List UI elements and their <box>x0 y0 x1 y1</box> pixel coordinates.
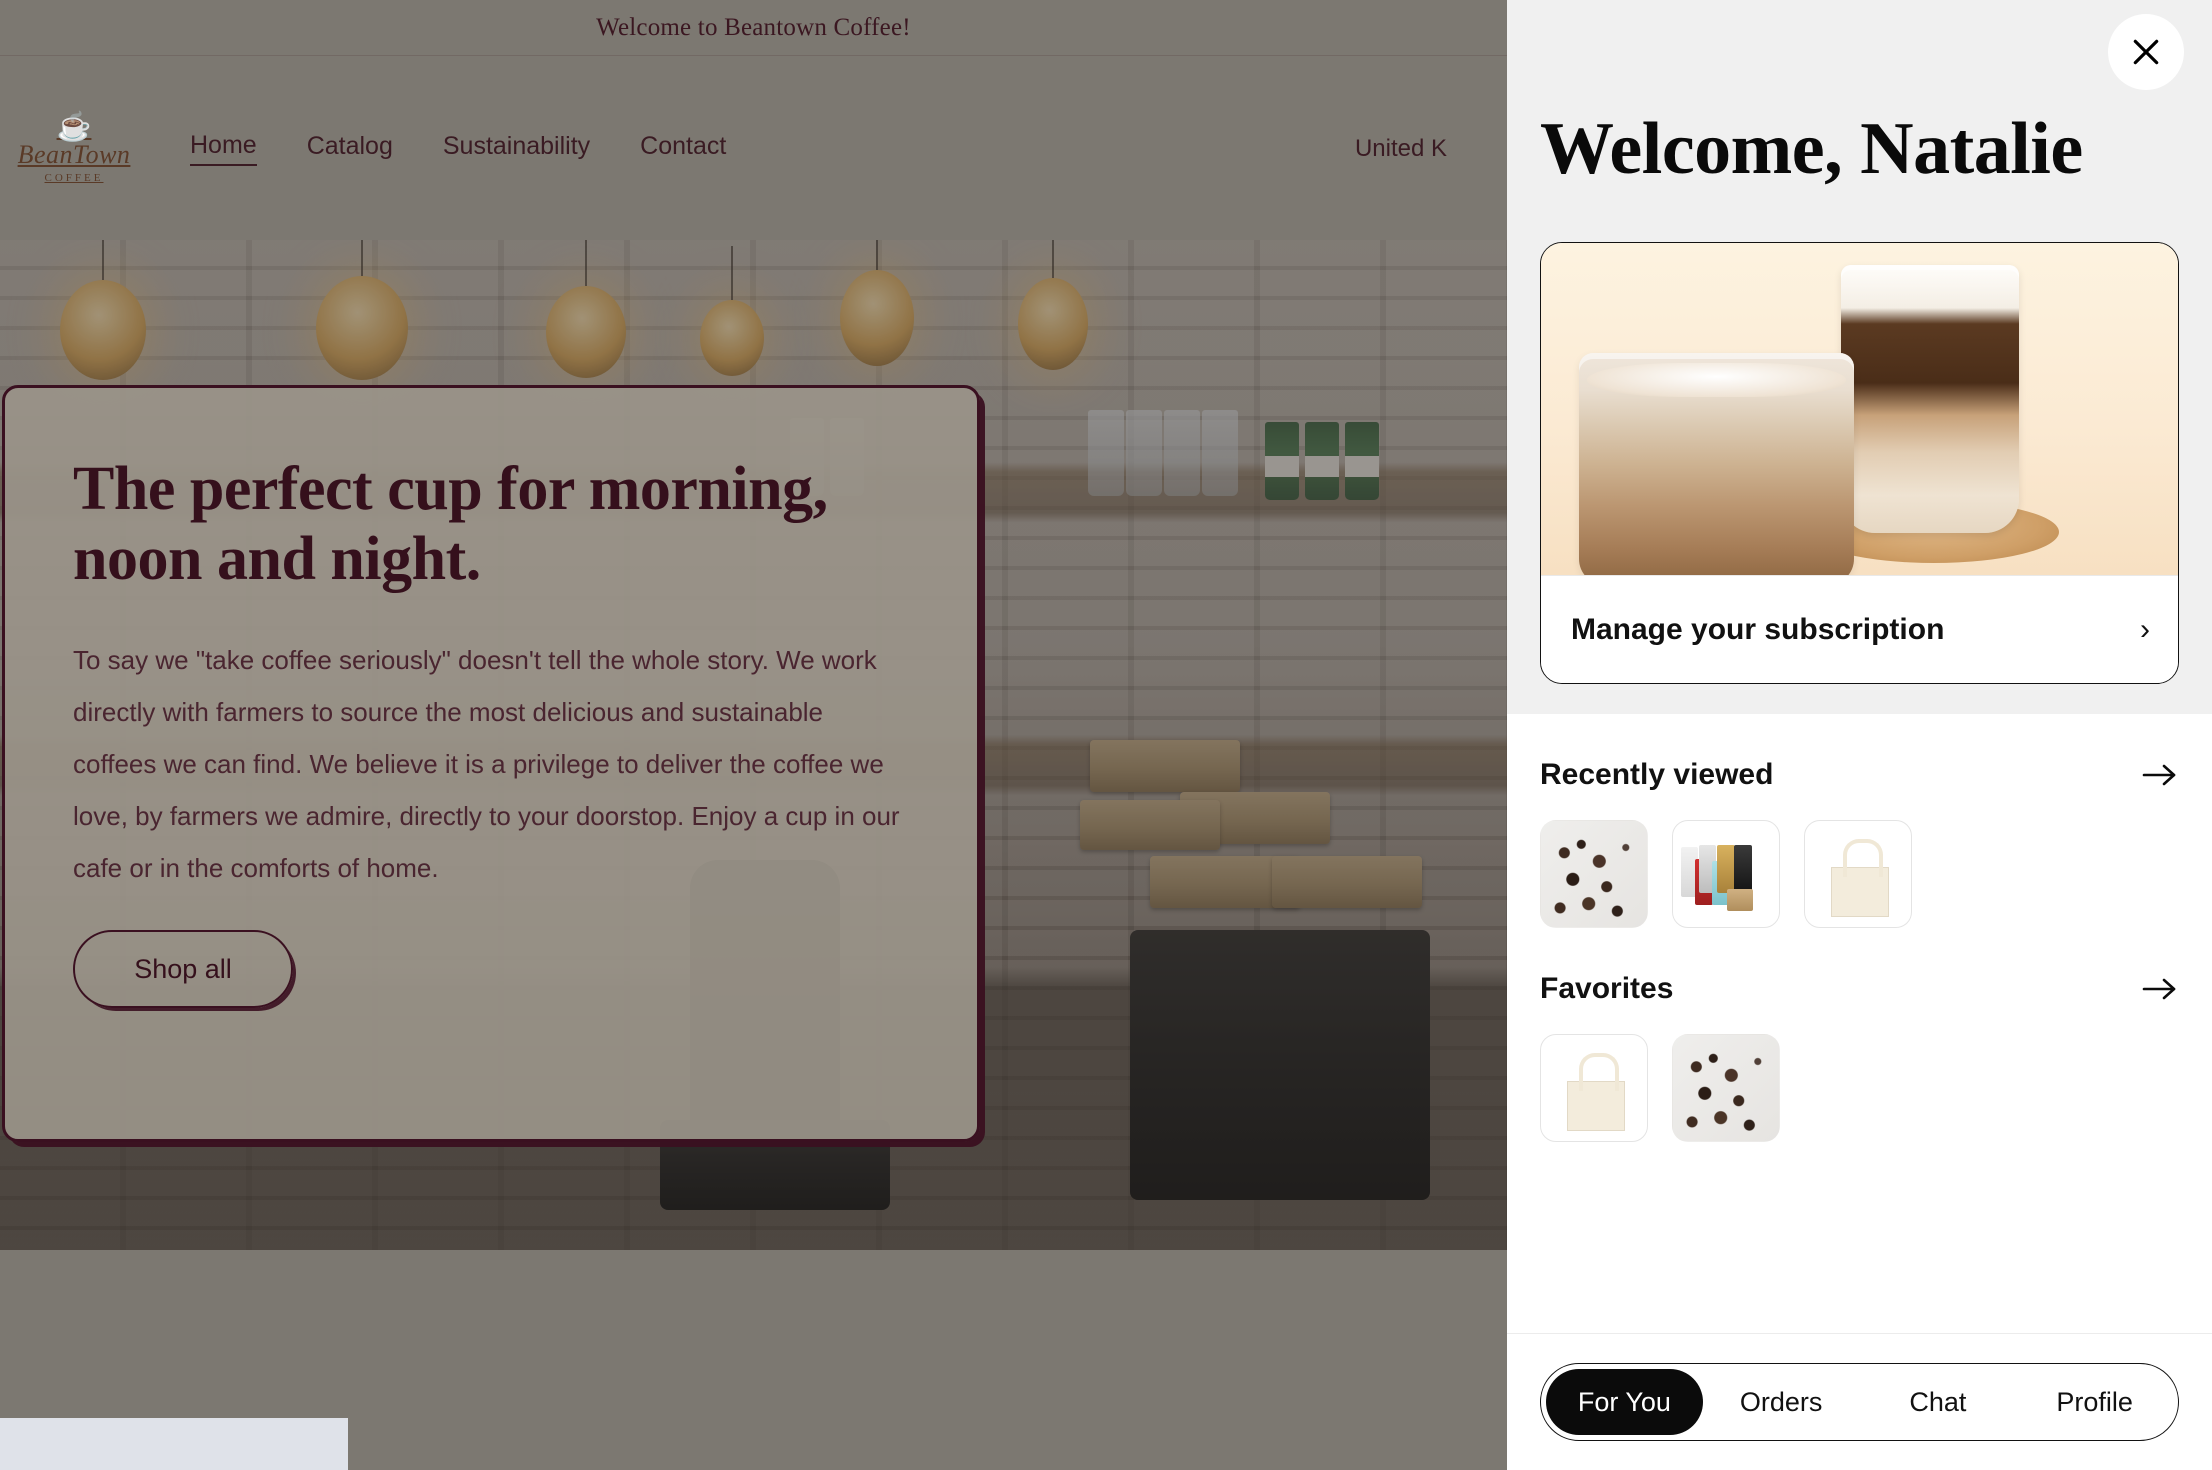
nav-link-sustainability[interactable]: Sustainability <box>443 132 590 165</box>
close-icon[interactable] <box>2108 14 2184 90</box>
tab-chat[interactable]: Chat <box>1860 1369 2017 1435</box>
logo-subtext: COFFEE <box>44 171 104 184</box>
tab-orders[interactable]: Orders <box>1703 1369 1860 1435</box>
recently-viewed-thumbnails <box>1540 820 2179 928</box>
footer-sliver <box>0 1418 348 1470</box>
site-logo[interactable]: ☕ BeanTown COFFEE <box>14 111 134 184</box>
announcement-bar: Welcome to Beantown Coffee! <box>0 0 1507 56</box>
iced-latte-tumbler <box>1579 353 1854 575</box>
locale-selector[interactable]: United K <box>1355 135 1447 163</box>
nav-link-contact[interactable]: Contact <box>640 132 726 165</box>
arrow-right-icon[interactable] <box>2141 760 2179 790</box>
drawer-header-section: Welcome, Natalie Manage your subscriptio… <box>1507 0 2212 714</box>
section-recently-viewed: Recently viewed <box>1540 714 2179 928</box>
subscription-hero-image <box>1541 243 2178 575</box>
chevron-right-icon: › <box>2140 612 2150 646</box>
drawer-content: Recently viewed Favorites <box>1507 714 2212 1333</box>
list-item[interactable] <box>1672 820 1780 928</box>
section-favorites: Favorites <box>1540 928 2179 1142</box>
drawer-tabbar-wrap: For You Orders Chat Profile <box>1507 1333 2212 1470</box>
tab-profile[interactable]: Profile <box>2016 1369 2173 1435</box>
list-item[interactable] <box>1672 1034 1780 1142</box>
main-navigation: Home Catalog Sustainability Contact <box>190 131 726 166</box>
favorites-header[interactable]: Favorites <box>1540 972 2179 1006</box>
hero-title: The perfect cup for morning, noon and ni… <box>73 455 828 594</box>
hero-card: The perfect cup for morning, noon and ni… <box>2 385 980 1142</box>
coffee-cup-icon: ☕ <box>56 111 92 143</box>
iced-latte-tall-glass <box>1841 265 2019 533</box>
subscription-label: Manage your subscription <box>1571 612 1945 646</box>
recently-viewed-title: Recently viewed <box>1540 758 1774 791</box>
logo-wordmark: BeanTown <box>17 140 131 170</box>
arrow-right-icon[interactable] <box>2141 974 2179 1004</box>
site-header: ☕ BeanTown COFFEE Home Catalog Sustainab… <box>0 57 1507 240</box>
list-item[interactable] <box>1540 820 1648 928</box>
announcement-text: Welcome to Beantown Coffee! <box>596 13 911 41</box>
subscription-card[interactable]: Manage your subscription › <box>1540 242 2179 684</box>
subscription-row[interactable]: Manage your subscription › <box>1541 575 2178 683</box>
nav-link-catalog[interactable]: Catalog <box>307 132 393 165</box>
list-item[interactable] <box>1804 820 1912 928</box>
account-drawer: Welcome, Natalie Manage your subscriptio… <box>1507 0 2212 1470</box>
nav-link-home[interactable]: Home <box>190 131 257 166</box>
tab-for-you[interactable]: For You <box>1546 1369 1703 1435</box>
page-title: Welcome, Natalie <box>1540 108 2083 190</box>
drawer-tabbar: For You Orders Chat Profile <box>1540 1363 2179 1441</box>
recently-viewed-header[interactable]: Recently viewed <box>1540 758 2179 792</box>
list-item[interactable] <box>1540 1034 1648 1142</box>
shop-all-button[interactable]: Shop all <box>73 930 293 1009</box>
hero-body-text: To say we "take coffee seriously" doesn'… <box>73 645 900 884</box>
favorites-thumbnails <box>1540 1034 2179 1142</box>
favorites-title: Favorites <box>1540 972 1674 1005</box>
